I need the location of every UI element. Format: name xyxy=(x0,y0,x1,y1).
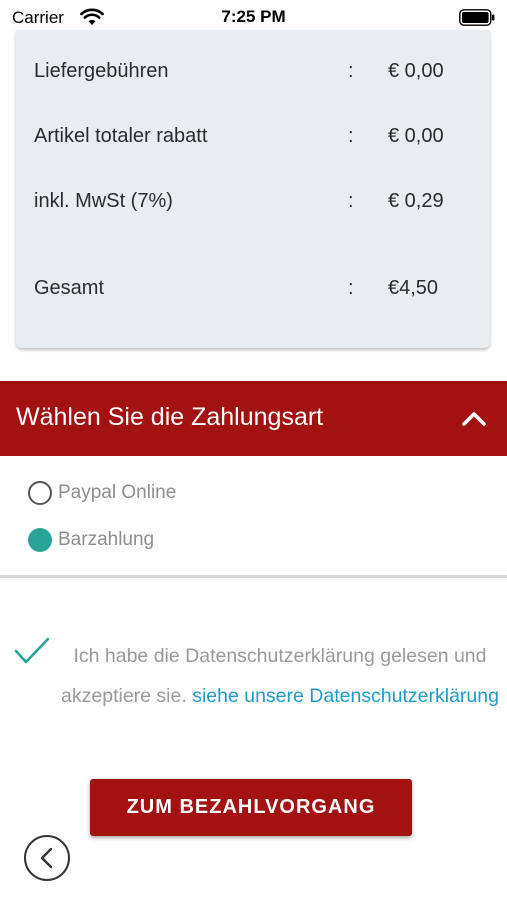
payment-method-title: Wählen Sie die Zahlungsart xyxy=(16,403,324,431)
payment-method-header[interactable]: Wählen Sie die Zahlungsart xyxy=(0,381,507,456)
summary-label: Artikel totaler rabatt xyxy=(34,125,208,147)
summary-row-delivery-fee: Liefergebühren : € 0,00 xyxy=(16,60,490,90)
summary-colon: : xyxy=(348,190,354,212)
summary-colon: : xyxy=(348,277,354,299)
order-summary-card: Liefergebühren : € 0,00 Artikel totaler … xyxy=(16,30,490,348)
summary-row-discount: Artikel totaler rabatt : € 0,00 xyxy=(16,125,490,155)
chevron-left-icon xyxy=(40,847,53,869)
summary-colon: : xyxy=(348,125,354,147)
status-time: 7:25 PM xyxy=(221,7,286,26)
privacy-consent-text: Ich habe die Datenschutzerklärung gelese… xyxy=(60,636,500,716)
status-bar: Carrier 7:25 PM xyxy=(0,0,507,34)
checkmark-icon[interactable] xyxy=(14,636,50,666)
summary-value: €4,50 xyxy=(388,277,439,299)
summary-label: Gesamt xyxy=(34,277,105,299)
payment-options: Paypal Online Barzahlung xyxy=(0,456,507,578)
payment-option-paypal[interactable]: Paypal Online xyxy=(28,480,176,506)
payment-option-label: Barzahlung xyxy=(58,529,155,550)
back-button[interactable] xyxy=(24,835,70,881)
radio-selected-icon[interactable] xyxy=(28,528,52,552)
summary-value: € 0,00 xyxy=(388,125,444,147)
summary-value: € 0,00 xyxy=(388,60,444,82)
chevron-up-icon[interactable] xyxy=(461,409,487,427)
proceed-to-payment-button[interactable]: ZUM BEZAHLVORGANG xyxy=(90,779,412,836)
summary-label: Liefergebühren xyxy=(34,60,169,82)
summary-colon: : xyxy=(348,60,354,82)
radio-unselected-icon[interactable] xyxy=(28,481,52,505)
summary-row-vat: inkl. MwSt (7%) : € 0,29 xyxy=(16,190,490,220)
privacy-policy-link[interactable]: siehe unsere Datenschutzerklärung xyxy=(192,685,499,707)
payment-option-cash[interactable]: Barzahlung xyxy=(28,527,154,553)
summary-row-total: Gesamt : €4,50 xyxy=(16,277,490,307)
battery-icon xyxy=(459,9,495,26)
summary-value: € 0,29 xyxy=(388,190,444,212)
summary-label: inkl. MwSt (7%) xyxy=(34,190,173,212)
payment-option-label: Paypal Online xyxy=(58,482,177,503)
